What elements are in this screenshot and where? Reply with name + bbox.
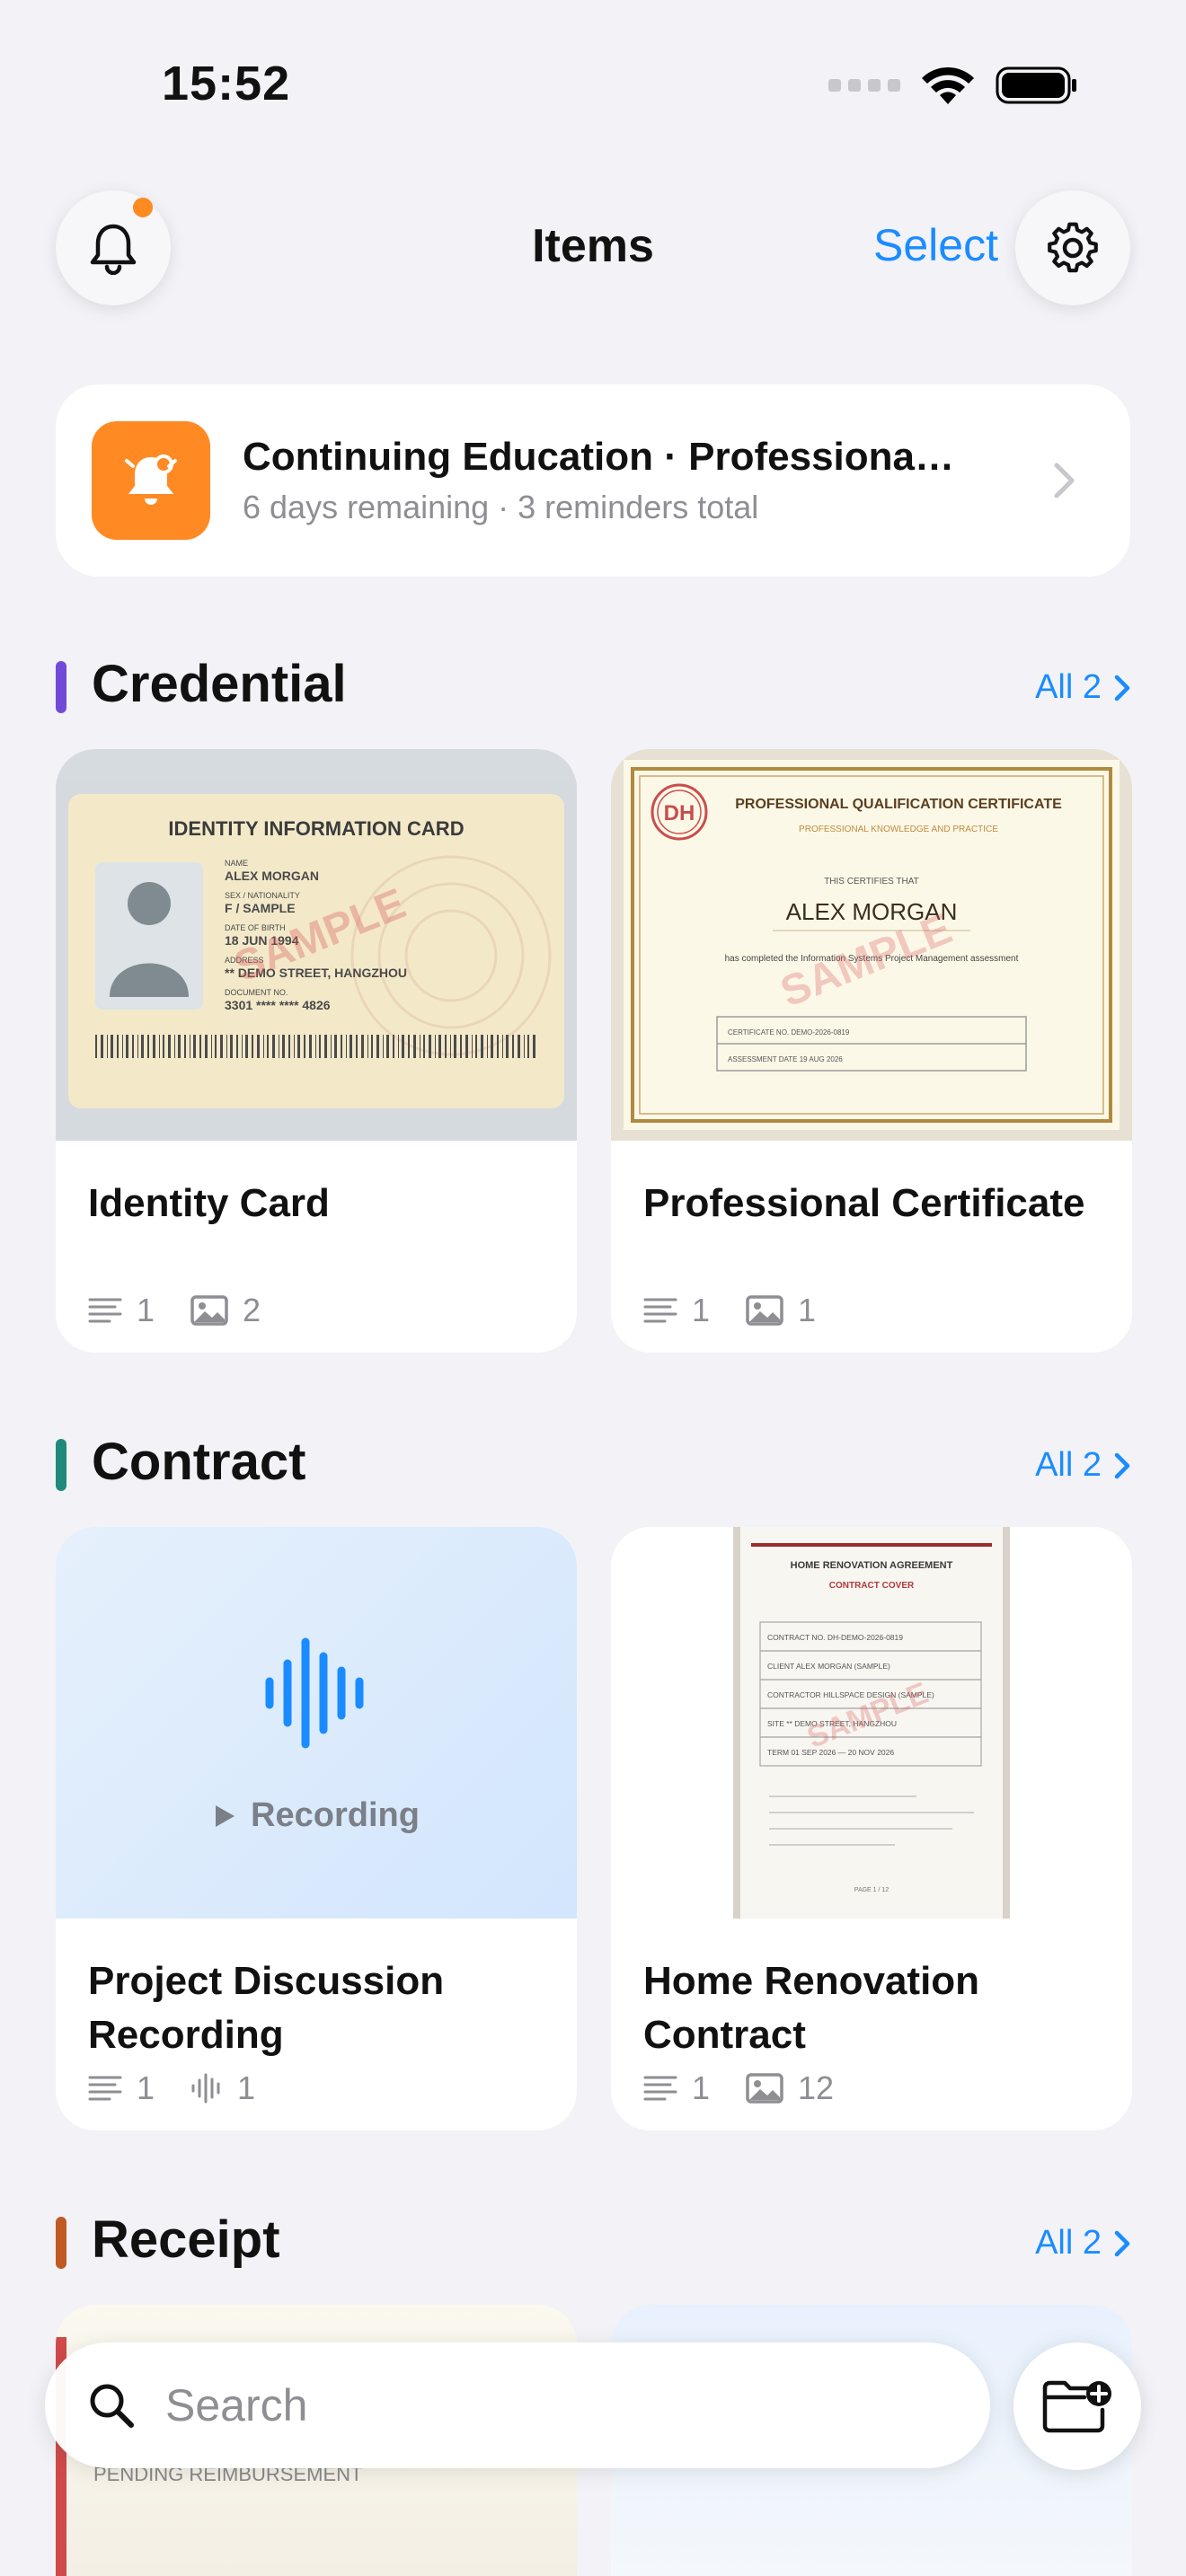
item-meta: 1 2 — [88, 1292, 296, 1329]
identity-card-thumbnail: IDENTITY INFORMATION CARD NAME ALEX MORG… — [56, 749, 577, 1141]
svg-text:NAME: NAME — [225, 859, 248, 868]
notifications-button[interactable] — [56, 190, 171, 305]
notes-icon — [88, 2076, 122, 2101]
notes-icon — [643, 2076, 677, 2101]
status-time: 15:52 — [162, 57, 291, 110]
see-all-label: All 2 — [1035, 2224, 1102, 2262]
chevron-right-icon — [1114, 1452, 1130, 1478]
folder-add-icon — [1042, 2380, 1111, 2433]
gear-icon — [1048, 222, 1098, 273]
see-all-contract-button[interactable]: All 2 — [1035, 1446, 1130, 1485]
seal-text: DH — [664, 801, 695, 825]
notes-count: 1 — [692, 1292, 711, 1328]
notes-count: 1 — [692, 2069, 711, 2106]
notes-count: 1 — [137, 1292, 155, 1328]
section-color-bar — [56, 2217, 66, 2269]
svg-text:TERM 01 SEP 2026 — 20 NOV 202: TERM 01 SEP 2026 — 20 NOV 2026 — [767, 1748, 894, 1757]
svg-text:HOME RENOVATION AGREEMENT: HOME RENOVATION AGREEMENT — [791, 1560, 953, 1571]
svg-text:DOCUMENT NO.: DOCUMENT NO. — [225, 988, 288, 997]
section-title: Receipt — [92, 2210, 280, 2269]
notes-icon — [643, 1298, 677, 1323]
images-count: 2 — [243, 1292, 261, 1328]
item-meta: 1 12 — [643, 2069, 870, 2107]
chevron-right-icon — [1054, 463, 1075, 498]
see-all-receipt-button[interactable]: All 2 — [1035, 2224, 1130, 2263]
item-title: Identity Card — [88, 1181, 330, 1225]
recording-thumbnail: Recording — [56, 1527, 577, 1919]
svg-text:SEX / NATIONALITY: SEX / NATIONALITY — [225, 891, 300, 900]
reminder-title: Continuing Education · Professional Qual… — [243, 435, 961, 479]
section-title: Credential — [92, 655, 347, 713]
section-color-bar — [56, 661, 66, 713]
reminder-card[interactable]: Continuing Education · Professional Qual… — [56, 384, 1130, 577]
search-bar[interactable] — [45, 2342, 990, 2468]
svg-text:3301 **** **** 4826: 3301 **** **** 4826 — [225, 998, 331, 1012]
svg-text:CONTRACT COVER: CONTRACT COVER — [829, 1581, 915, 1591]
recording-play[interactable]: Recording — [56, 1796, 577, 1835]
reminder-bell-icon — [92, 421, 210, 540]
notes-count: 1 — [137, 2069, 155, 2106]
audio-count: 1 — [237, 2069, 256, 2106]
section-title: Contract — [92, 1433, 306, 1491]
page-title: Items — [532, 220, 654, 272]
section-header-credential: Credential All 2 — [56, 648, 1130, 720]
chevron-right-icon — [1114, 675, 1130, 701]
item-meta: 1 1 — [88, 2069, 291, 2107]
svg-text:CERTIFICATE NO. DEMO-2026-081: CERTIFICATE NO. DEMO-2026-0819 — [728, 1028, 850, 1037]
section-color-bar — [56, 1439, 66, 1491]
audio-waveform-icon — [191, 2073, 220, 2104]
settings-button[interactable] — [1015, 190, 1130, 305]
battery-icon — [996, 66, 1076, 104]
photo-icon — [746, 1295, 783, 1326]
bell-icon — [90, 224, 137, 275]
see-all-label: All 2 — [1035, 1446, 1102, 1484]
contract-thumbnail: HOME RENOVATION AGREEMENT CONTRACT COVER… — [611, 1527, 1132, 1919]
photo-icon — [746, 2073, 783, 2104]
section-header-contract: Contract All 2 — [56, 1426, 1130, 1498]
play-icon — [216, 1804, 235, 1827]
svg-text:F / SAMPLE: F / SAMPLE — [225, 901, 296, 915]
svg-text:PROFESSIONAL KNOWLEDGE AND PRA: PROFESSIONAL KNOWLEDGE AND PRACTICE — [799, 825, 998, 834]
item-card-professional-certificate[interactable]: DH PROFESSIONAL QUALIFICATION CERTIFICAT… — [611, 749, 1132, 1353]
photo-icon — [190, 1295, 228, 1326]
svg-text:PAGE 1 / 12: PAGE 1 / 12 — [854, 1887, 889, 1893]
item-card-identity-card[interactable]: IDENTITY INFORMATION CARD NAME ALEX MORG… — [56, 749, 577, 1353]
id-heading: IDENTITY INFORMATION CARD — [168, 817, 464, 840]
waveform-icon — [265, 1637, 364, 1749]
svg-text:ASSESSMENT DATE 19 AUG 2026: ASSESSMENT DATE 19 AUG 2026 — [728, 1055, 843, 1063]
search-icon — [90, 2384, 134, 2428]
svg-text:CONTRACT NO. DH-DEMO-2026-081: CONTRACT NO. DH-DEMO-2026-0819 — [767, 1633, 903, 1642]
images-count: 12 — [798, 2069, 835, 2106]
see-all-credential-button[interactable]: All 2 — [1035, 668, 1130, 707]
wifi-icon — [922, 66, 974, 104]
item-card-home-renovation-contract[interactable]: HOME RENOVATION AGREEMENT CONTRACT COVER… — [611, 1527, 1132, 2130]
reminder-subtitle: 6 days remaining · 3 reminders total — [243, 489, 759, 525]
see-all-label: All 2 — [1035, 668, 1102, 706]
svg-text:THIS CERTIFIES THAT: THIS CERTIFIES THAT — [824, 877, 919, 887]
cellular-icon — [828, 79, 900, 92]
chevron-right-icon — [1114, 2230, 1130, 2256]
item-title: Home Renovation Contract — [643, 1959, 980, 2057]
svg-text:ALEX MORGAN: ALEX MORGAN — [225, 869, 319, 883]
svg-text:CLIENT ALEX MORGAN (SAMPLE): CLIENT ALEX MORGAN (SAMPLE) — [767, 1662, 890, 1671]
status-icons — [828, 65, 1078, 106]
notes-icon — [88, 1298, 122, 1323]
add-folder-button[interactable] — [1013, 2342, 1141, 2470]
select-button[interactable]: Select — [873, 219, 998, 271]
section-header-receipt: Receipt All 2 — [56, 2204, 1130, 2276]
item-title: Project Discussion Recording — [88, 1959, 445, 2057]
item-meta: 1 1 — [643, 1292, 852, 1329]
search-input[interactable] — [165, 2379, 938, 2431]
status-bar: 15:52 — [0, 0, 1186, 171]
svg-text:PROFESSIONAL QUALIFICATION CER: PROFESSIONAL QUALIFICATION CERTIFICATE — [735, 797, 1062, 812]
notification-badge — [133, 198, 153, 217]
item-title: Professional Certificate — [643, 1181, 1085, 1225]
recording-label: Recording — [251, 1796, 420, 1834]
certificate-thumbnail: DH PROFESSIONAL QUALIFICATION CERTIFICAT… — [611, 749, 1132, 1141]
item-card-project-discussion-recording[interactable]: Recording Project Discussion Recording 1… — [56, 1527, 577, 2130]
images-count: 1 — [798, 1292, 817, 1328]
